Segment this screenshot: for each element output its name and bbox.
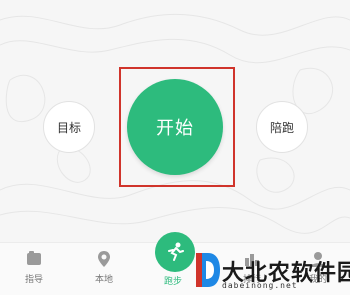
pacer-button-label: 陪跑 [269, 120, 294, 135]
watermark-url: dabeinong.net [222, 281, 298, 290]
tab-run-label: 跑步 [164, 277, 183, 287]
tab-run[interactable] [155, 232, 195, 272]
start-button[interactable]: 开始 [127, 79, 223, 175]
target-button-label: 目标 [56, 120, 81, 135]
start-button-label: 开始 [156, 118, 194, 139]
tab-guide-label: 指导 [24, 275, 43, 285]
runner-icon [168, 242, 184, 261]
location-pin-icon [98, 251, 110, 267]
watermark-logo [196, 253, 220, 287]
pacer-button[interactable]: 陪跑 [256, 101, 308, 153]
guide-icon [27, 251, 41, 265]
tab-local[interactable]: 本地 [82, 249, 126, 293]
target-button[interactable]: 目标 [43, 101, 95, 153]
tab-guide[interactable]: 指导 [12, 249, 56, 293]
tab-local-label: 本地 [94, 275, 113, 285]
